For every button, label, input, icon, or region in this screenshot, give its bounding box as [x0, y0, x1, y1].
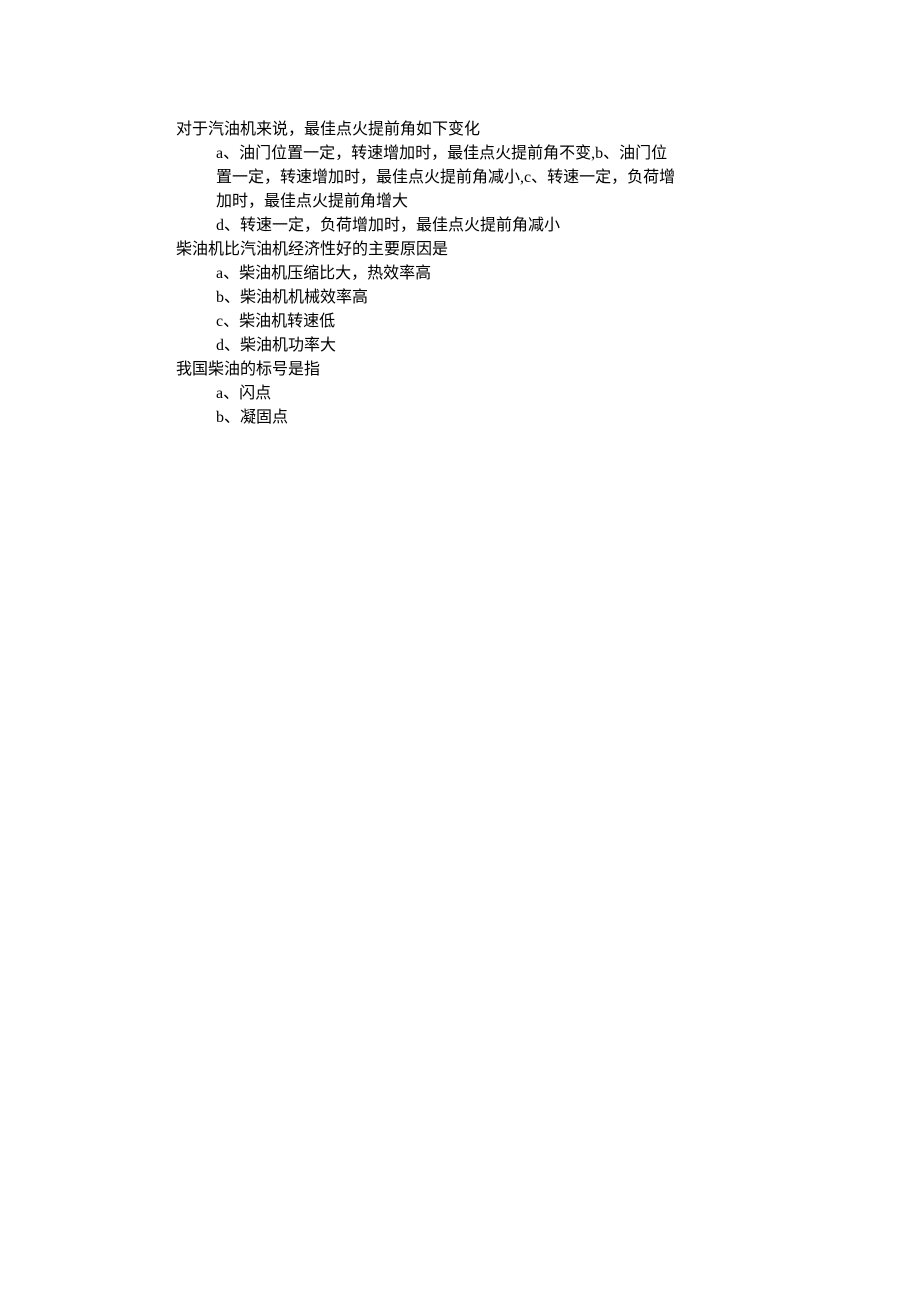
question-2-option-b: b、柴油机机械效率高	[216, 286, 676, 310]
question-2-options: a、柴油机压缩比大，热效率高 b、柴油机机械效率高 c、柴油机转速低 d、柴油机…	[176, 262, 676, 358]
question-2-option-d: d、柴油机功率大	[216, 334, 676, 358]
question-1: 对于汽油机来说，最佳点火提前角如下变化 a、油门位置一定，转速增加时，最佳点火提…	[176, 118, 920, 238]
question-1-options: a、油门位置一定，转速增加时，最佳点火提前角不变,b、油门位置一定，转速增加时，…	[176, 142, 676, 238]
question-2-option-c: c、柴油机转速低	[216, 310, 676, 334]
question-1-option-abc: a、油门位置一定，转速增加时，最佳点火提前角不变,b、油门位置一定，转速增加时，…	[216, 142, 676, 214]
question-2: 柴油机比汽油机经济性好的主要原因是 a、柴油机压缩比大，热效率高 b、柴油机机械…	[176, 238, 920, 358]
question-2-option-a: a、柴油机压缩比大，热效率高	[216, 262, 676, 286]
question-3: 我国柴油的标号是指 a、闪点 b、凝固点	[176, 358, 920, 430]
question-2-stem: 柴油机比汽油机经济性好的主要原因是	[176, 238, 920, 262]
question-3-option-a: a、闪点	[216, 382, 676, 406]
question-1-option-d: d、转速一定，负荷增加时，最佳点火提前角减小	[216, 214, 676, 238]
question-3-options: a、闪点 b、凝固点	[176, 382, 676, 430]
question-3-option-b: b、凝固点	[216, 406, 676, 430]
question-1-stem: 对于汽油机来说，最佳点火提前角如下变化	[176, 118, 920, 142]
question-3-stem: 我国柴油的标号是指	[176, 358, 920, 382]
